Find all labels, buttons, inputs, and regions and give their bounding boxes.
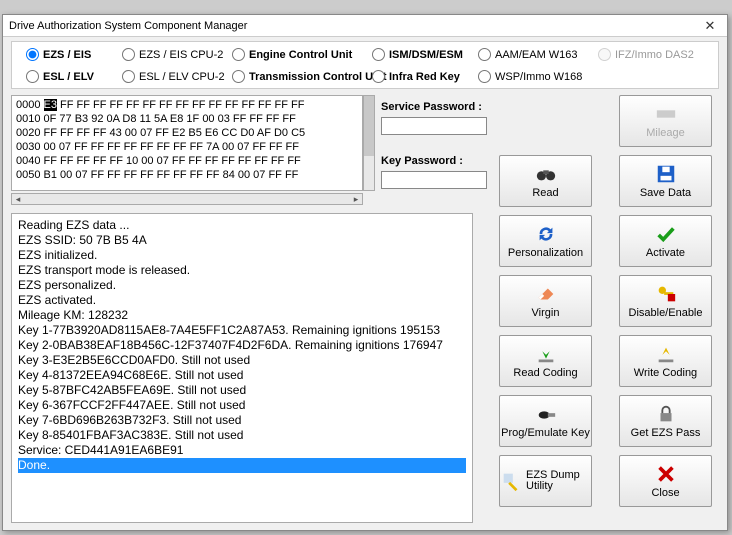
personalization-button[interactable]: Personalization	[499, 215, 592, 267]
write-coding-button[interactable]: Write Coding	[619, 335, 712, 387]
radio-ifz: IFZ/Immo DAS2	[598, 48, 694, 61]
save-icon	[655, 163, 677, 185]
key-password-input[interactable]	[381, 171, 487, 189]
log-output[interactable]: Reading EZS data ...EZS SSID: 50 7B B5 4…	[11, 213, 473, 523]
radio-esl-elv-cpu2[interactable]: ESL / ELV CPU-2	[122, 70, 225, 83]
virgin-button[interactable]: Virgin	[499, 275, 592, 327]
scroll-left-icon[interactable]: ◂	[12, 194, 24, 204]
hex-dump[interactable]: 0000 E3 FF FF FF FF FF FF FF FF FF FF FF…	[11, 95, 363, 191]
mileage-icon	[655, 103, 677, 125]
radio-ism[interactable]: ISM/DSM/ESM	[372, 48, 463, 61]
scroll-right-icon[interactable]: ▸	[350, 194, 362, 204]
radio-ezs-eis[interactable]: EZS / EIS	[26, 48, 91, 61]
hex-horizontal-scrollbar[interactable]: ◂ ▸	[11, 193, 363, 205]
radio-aam[interactable]: AAM/EAM W163	[478, 48, 578, 61]
upload-icon	[655, 343, 677, 365]
lock-icon	[655, 403, 677, 425]
ezs-dump-utility-button[interactable]: EZS Dump Utility	[499, 455, 592, 507]
radio-irk[interactable]: Infra Red Key	[372, 70, 460, 83]
close-button[interactable]: Close	[619, 455, 712, 507]
hex-vertical-scrollbar[interactable]	[363, 95, 375, 191]
prog-emulate-key-button[interactable]: Prog/Emulate Key	[499, 395, 592, 447]
close-icon[interactable]: ✕	[699, 17, 721, 35]
service-password-block: Service Password :	[381, 101, 491, 135]
titlebar: Drive Authorization System Component Man…	[3, 15, 727, 37]
save-data-button[interactable]: Save Data	[619, 155, 712, 207]
key-lock-icon	[655, 283, 677, 305]
window: Drive Authorization System Component Man…	[2, 14, 728, 531]
download-icon	[535, 343, 557, 365]
service-password-input[interactable]	[381, 117, 487, 135]
mileage-button: Mileage	[619, 95, 712, 147]
eraser-icon	[535, 283, 557, 305]
key-password-label: Key Password :	[381, 155, 491, 167]
check-icon	[655, 223, 677, 245]
x-icon	[655, 463, 677, 485]
window-title: Drive Authorization System Component Man…	[9, 20, 699, 32]
radio-ezs-eis-cpu2[interactable]: EZS / EIS CPU-2	[122, 48, 223, 61]
binoculars-icon	[535, 163, 557, 185]
scrollbar-thumb[interactable]	[364, 96, 374, 156]
client-area: EZS / EIS EZS / EIS CPU-2 Engine Control…	[3, 37, 727, 530]
disable-enable-button[interactable]: Disable/Enable	[619, 275, 712, 327]
radio-tcu[interactable]: Transmission Control Unit	[232, 70, 387, 83]
radio-ecu[interactable]: Engine Control Unit	[232, 48, 352, 61]
read-coding-button[interactable]: Read Coding	[499, 335, 592, 387]
radio-wsp[interactable]: WSP/Immo W168	[478, 70, 582, 83]
radio-esl-elv[interactable]: ESL / ELV	[26, 70, 94, 83]
key-password-block: Key Password :	[381, 155, 491, 189]
refresh-icon	[535, 223, 557, 245]
tools-icon	[500, 470, 522, 492]
service-password-label: Service Password :	[381, 101, 491, 113]
read-button[interactable]: Read	[499, 155, 592, 207]
activate-button[interactable]: Activate	[619, 215, 712, 267]
component-radio-group: EZS / EIS EZS / EIS CPU-2 Engine Control…	[11, 41, 719, 89]
car-key-icon	[535, 404, 557, 426]
get-ezs-pass-button[interactable]: Get EZS Pass	[619, 395, 712, 447]
